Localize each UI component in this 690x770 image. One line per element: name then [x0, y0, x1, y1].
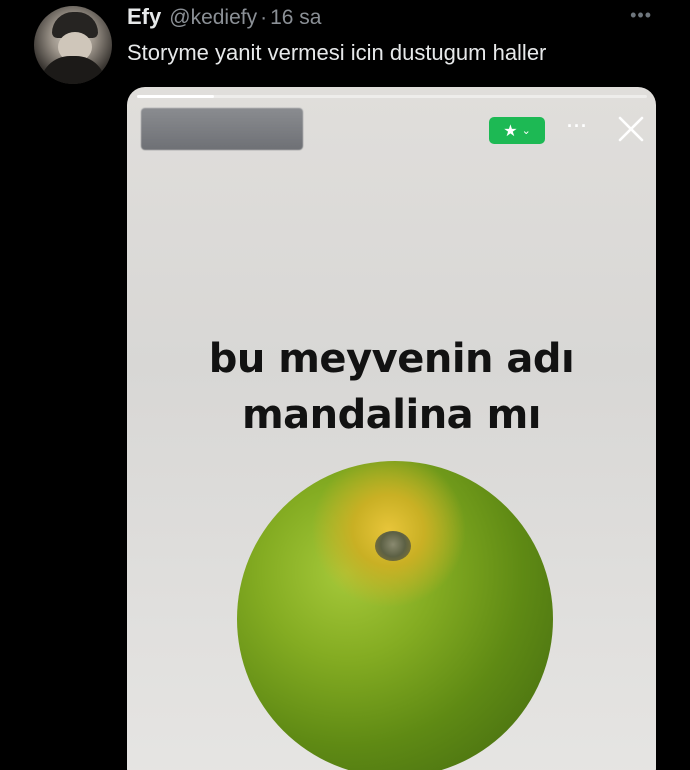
star-icon: ★ — [503, 122, 518, 140]
separator: · — [260, 6, 268, 29]
tweet[interactable]: Efy @kediefy · 16 sa ••• Storyme yanit v… — [0, 0, 690, 770]
story-progress-fill — [137, 95, 214, 98]
story-caption-line-2: mandalina mı — [242, 392, 541, 438]
story-progress-bar — [137, 95, 647, 98]
timestamp[interactable]: 16 sa — [270, 6, 321, 30]
fruit-photo — [237, 461, 553, 770]
author-handle[interactable]: @kediefy — [169, 6, 257, 30]
tweet-text: Storyme yanit vermesi icin dustugum hall… — [127, 40, 547, 65]
tweet-header: Efy @kediefy · 16 sa — [127, 4, 321, 30]
story-caption-line-1: bu meyvenin adı — [208, 336, 575, 382]
avatar-body — [40, 56, 106, 84]
avatar[interactable] — [34, 6, 112, 84]
story-menu-icon[interactable]: ··· — [567, 117, 588, 135]
redacted-username — [141, 108, 303, 150]
close-friends-badge[interactable]: ★ ⌄ — [489, 117, 545, 144]
author-name[interactable]: Efy — [127, 4, 161, 30]
fruit-stem — [375, 531, 411, 561]
story-caption: bu meyvenin adı mandalina mı — [127, 331, 656, 443]
close-icon[interactable] — [617, 115, 645, 143]
chevron-down-icon: ⌄ — [521, 125, 531, 137]
tweet-media[interactable]: ★ ⌄ ··· bu meyvenin adı mandalina mı — [127, 87, 656, 770]
more-horizontal-icon[interactable]: ••• — [630, 6, 652, 24]
